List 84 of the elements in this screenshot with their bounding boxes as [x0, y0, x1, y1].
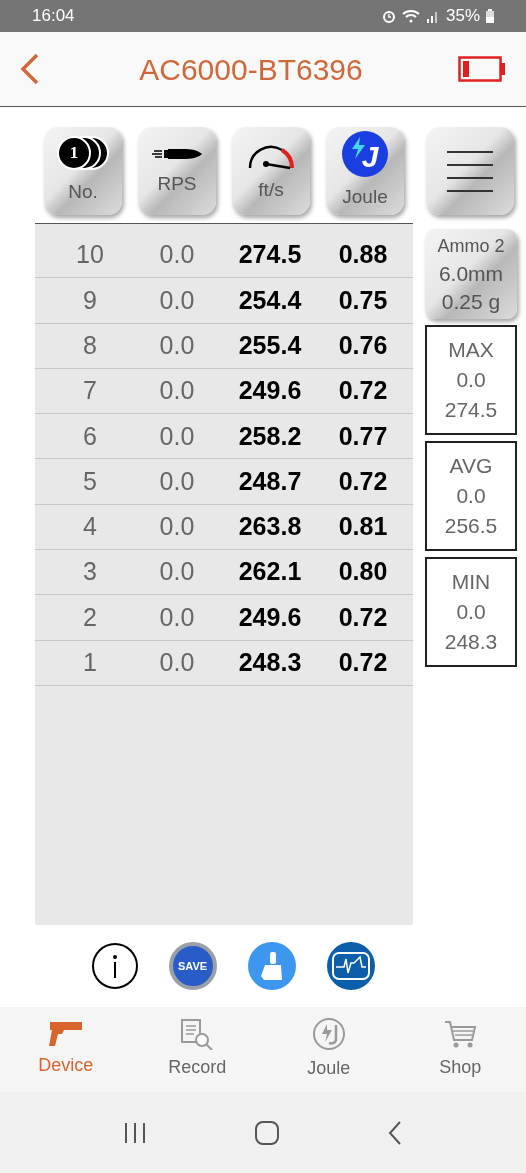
table-cell-text: 7	[82, 375, 98, 407]
stat-value: 274.5	[444, 397, 498, 423]
table-cell-text: 0.81	[337, 511, 389, 543]
menu-button[interactable]	[426, 127, 514, 215]
low-battery-icon	[458, 56, 506, 82]
table-cell-text: 8	[82, 330, 98, 361]
menu-icon	[445, 148, 495, 194]
back-icon	[20, 53, 40, 85]
battery-percent: 35%	[445, 5, 480, 28]
device-title: AC6000-BT6396	[139, 51, 363, 88]
home-icon	[255, 1120, 279, 1145]
table-cell-text: 0.0	[158, 556, 196, 588]
save-button[interactable]: SAVE	[168, 942, 217, 990]
table-cell-text: 0.72	[337, 647, 389, 679]
nav-tab[interactable]: Shop	[394, 1018, 526, 1081]
table-cell-text: 0.80	[337, 556, 389, 588]
table-cell-text: 0.0	[158, 284, 196, 316]
table-cell-text: 9	[82, 284, 98, 316]
table-cell-text: 0.77	[337, 420, 389, 452]
recents-icon	[124, 1122, 147, 1143]
bolt-circle-icon	[311, 1017, 346, 1051]
table-cell-text: 0.88	[337, 239, 389, 271]
stat-value: 248.3	[444, 629, 498, 655]
stat-value: 256.5	[444, 513, 498, 539]
stat-value: 0.0	[456, 483, 486, 509]
stat-label: MIN	[451, 569, 491, 595]
table-cell-text: 3	[82, 556, 98, 588]
table-cell-text: 0.0	[158, 330, 196, 361]
table-cell-text: 254.4	[237, 284, 303, 316]
table-cell-text: 0.0	[158, 375, 196, 407]
table-cell-text: 249.6	[237, 375, 303, 407]
alarm-icon	[381, 9, 396, 23]
table-cell-text: 248.3	[237, 647, 303, 679]
wifi-icon	[401, 9, 420, 23]
table-cell-text: 10	[75, 239, 105, 271]
pistol-icon	[47, 1020, 84, 1048]
brush-button[interactable]	[247, 942, 296, 990]
column-button[interactable]: J Joule	[326, 127, 404, 215]
stat-label: MAX	[448, 337, 494, 363]
joule-icon: J	[342, 130, 388, 177]
column-button[interactable]: 1 No.	[44, 127, 122, 215]
ammo-button[interactable]: Ammo 2 6.0mm 0.25 g	[425, 229, 517, 319]
table-cell-text: 2	[82, 601, 98, 633]
table-cell-text: 4	[82, 511, 98, 543]
back-nav-icon	[387, 1120, 402, 1145]
table-cell-text: 258.2	[237, 420, 303, 452]
stat-label: AVG	[449, 453, 493, 479]
table-cell-text: 0.0	[158, 239, 196, 271]
table-cell-text: 0.72	[337, 601, 389, 633]
info-icon	[111, 954, 118, 978]
table-cell-text: 6	[82, 420, 98, 452]
table-cell-text: 262.1	[237, 556, 303, 588]
nav-tab[interactable]: Record	[131, 1018, 263, 1081]
battery-icon	[486, 9, 494, 23]
document-search-icon	[180, 1018, 215, 1050]
table-cell-text: 0.72	[337, 375, 389, 407]
table-cell-text: 255.4	[237, 330, 303, 361]
table-cell-text: 0.0	[158, 420, 196, 452]
clock: 16:04	[32, 5, 75, 28]
cart-icon	[443, 1018, 478, 1050]
table-cell-text: 0.0	[158, 647, 196, 679]
table-cell-text: 0.72	[337, 465, 389, 497]
table-cell-text: 263.8	[237, 511, 303, 543]
column-button[interactable]: ft/s	[232, 127, 310, 215]
stat-value: 0.0	[456, 599, 486, 625]
nav-tab[interactable]: Device	[0, 1020, 132, 1079]
column-button[interactable]: RPS	[138, 127, 216, 215]
waveform-icon	[331, 952, 370, 980]
table-cell-text: 5	[82, 465, 98, 497]
info-button[interactable]	[91, 943, 138, 989]
stat-value: 0.0	[456, 367, 486, 393]
brush-icon	[260, 952, 283, 980]
table-cell-text: 274.5	[237, 239, 303, 271]
table-cell-text: 0.0	[158, 465, 196, 497]
nav-tab[interactable]: Joule	[263, 1017, 395, 1082]
table-cell-text: 0.0	[158, 511, 196, 543]
signal-icon	[425, 9, 440, 23]
table-cell-text: 248.7	[237, 465, 303, 497]
waveform-button[interactable]	[326, 942, 375, 990]
table-cell-text: 0.75	[337, 284, 389, 316]
table-cell-text: 1	[82, 647, 98, 679]
table-cell-text: 249.6	[237, 601, 303, 633]
table-cell-text: 0.76	[337, 330, 389, 361]
table-cell-text: 0.0	[158, 601, 196, 633]
